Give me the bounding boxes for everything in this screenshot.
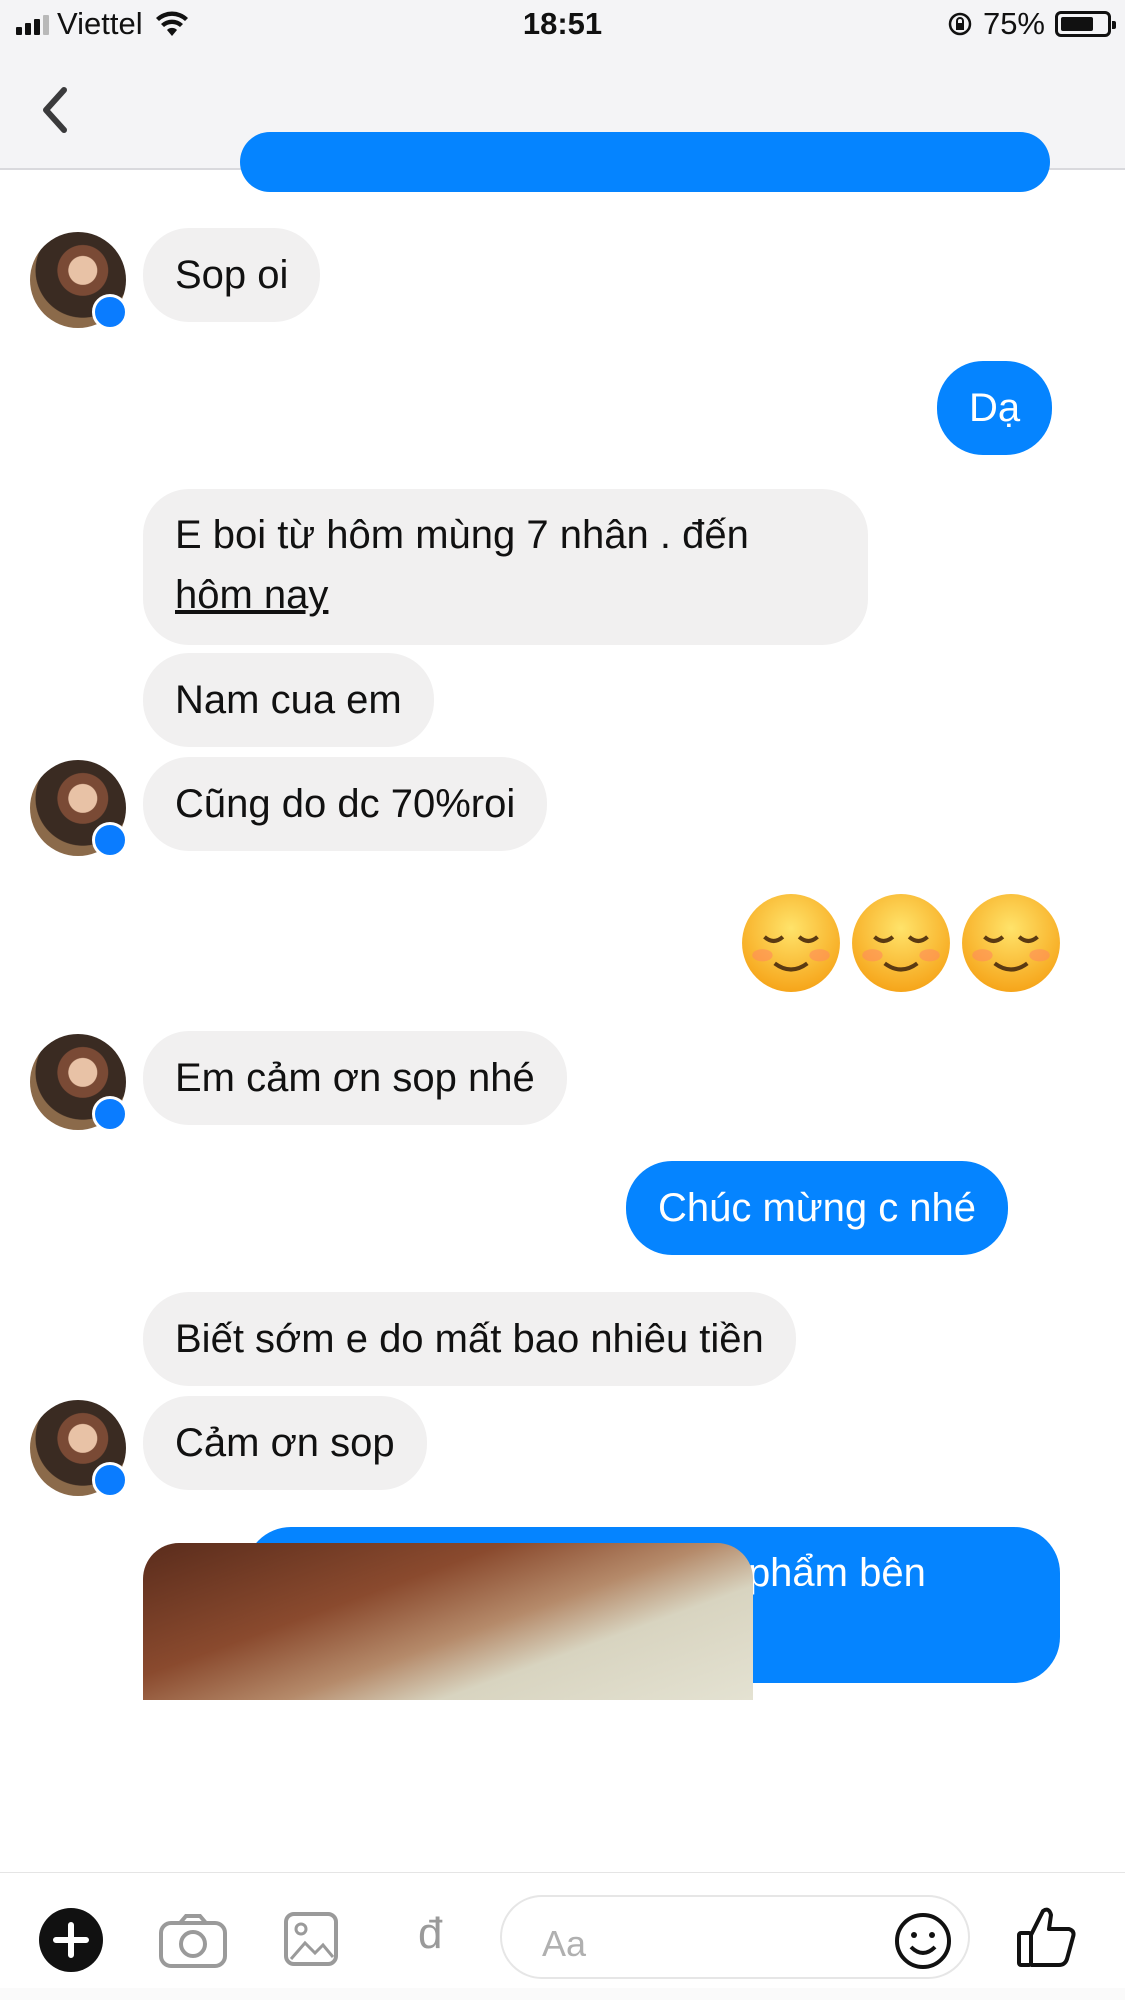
message-text: Chúc mừng c nhé (658, 1186, 977, 1230)
chevron-left-icon[interactable] (30, 80, 80, 140)
photo-attachment[interactable] (143, 1543, 753, 1700)
messenger-badge-icon (92, 822, 128, 858)
message-text-line: E boi từ hôm mùng 7 nhân . đến (175, 513, 749, 557)
avatar[interactable] (30, 1034, 128, 1132)
message-input-placeholder: Aa (542, 1923, 587, 1964)
message-text: Cảm ơn sop (175, 1421, 395, 1465)
message-bubble[interactable]: Sop oi (143, 228, 321, 322)
message-bubble[interactable]: Cảm ơn sop (143, 1396, 427, 1490)
message-text: Nam cua em (175, 678, 402, 722)
rotation-lock-icon (948, 12, 972, 36)
gallery-icon[interactable] (283, 1911, 339, 1967)
message-text: Dạ (969, 386, 1021, 430)
avatar[interactable] (30, 760, 128, 858)
message-text: Biết sớm e do mất bao nhiêu tiền (175, 1317, 764, 1361)
emoji-message[interactable] (740, 892, 1062, 994)
message-text: Em cảm ơn sop nhé (175, 1056, 535, 1100)
message-bubble[interactable]: Chúc mừng c nhé (626, 1161, 1009, 1255)
battery-percentage: 75% (982, 6, 1045, 41)
message-text: Sop oi (175, 253, 289, 297)
emoji-icon[interactable] (893, 1911, 953, 1971)
message-bubble-partial[interactable] (240, 132, 1050, 192)
camera-icon[interactable] (158, 1913, 228, 1969)
payment-icon[interactable]: đ (418, 1909, 442, 1959)
message-bubble[interactable]: Dạ (937, 361, 1053, 455)
message-bubble[interactable]: Cũng do dc 70%roi (143, 757, 548, 851)
message-bubble[interactable]: Biết sớm e do mất bao nhiêu tiền (143, 1292, 796, 1386)
message-composer: đ Aa (0, 1872, 1125, 2000)
messenger-badge-icon (92, 1462, 128, 1498)
smiling-face-emoji-icon (962, 894, 1060, 992)
message-bubble[interactable]: Em cảm ơn sop nhé (143, 1031, 567, 1125)
plus-icon[interactable] (38, 1907, 104, 1973)
avatar[interactable] (30, 1400, 128, 1498)
status-right: 75% (947, 6, 1116, 42)
message-text-link[interactable]: hôm nay (175, 565, 836, 625)
message-bubble[interactable]: Nam cua em (143, 653, 434, 747)
message-bubble[interactable]: E boi từ hôm mùng 7 nhân . đến hôm nay (143, 489, 868, 645)
avatar[interactable] (30, 232, 128, 330)
messenger-badge-icon (92, 1096, 128, 1132)
smiling-face-emoji-icon (742, 894, 840, 992)
message-text: Cũng do dc 70%roi (175, 782, 516, 826)
like-icon[interactable] (1015, 1903, 1079, 1969)
status-bar: Viettel 18:51 75% (0, 0, 1125, 50)
home-indicator-area (0, 1988, 1125, 2000)
battery-icon (1055, 11, 1116, 37)
messenger-badge-icon (92, 294, 128, 330)
smiling-face-emoji-icon (852, 894, 950, 992)
